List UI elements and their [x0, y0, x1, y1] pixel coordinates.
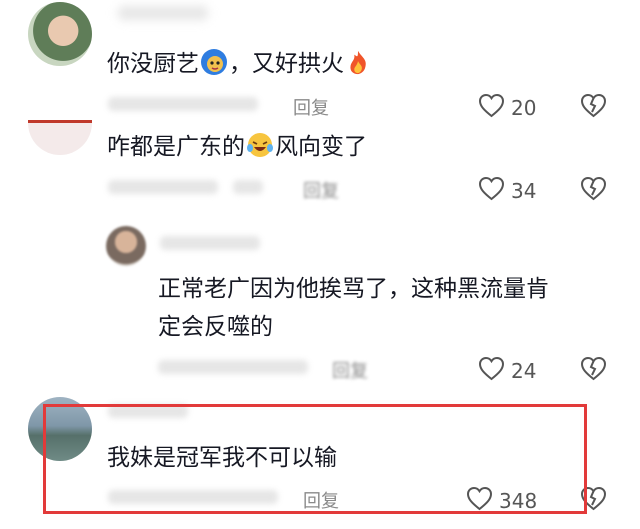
comment-text: 你没厨艺 ，又好拱火 [107, 47, 374, 81]
like-button[interactable]: 34 [478, 176, 536, 205]
comment-text-line: 正常老广因为他挨骂了，这种黑流量肯 [158, 276, 549, 302]
highlight-box [43, 404, 587, 514]
comment-text-part: ，又好拱火 [229, 51, 344, 77]
reply-button[interactable]: 回复 [303, 177, 339, 203]
like-count: 24 [511, 358, 537, 383]
laughing-tears-emoji [246, 131, 274, 159]
broken-heart-icon [580, 93, 607, 122]
avatar[interactable] [28, 2, 92, 66]
username-blurred[interactable] [118, 6, 208, 22]
heart-outline-icon [478, 93, 505, 122]
heart-outline-icon [478, 176, 505, 205]
heart-outline-icon [478, 356, 505, 385]
face-with-hood-emoji [200, 48, 228, 76]
fire-emoji [345, 48, 373, 76]
dislike-button[interactable] [580, 93, 607, 122]
reply-button[interactable]: 回复 [332, 357, 368, 383]
dislike-button[interactable] [580, 176, 607, 205]
like-button[interactable]: 24 [478, 356, 536, 385]
like-count: 20 [511, 95, 537, 120]
dislike-button[interactable] [580, 356, 607, 385]
comment-text-part: 咋都是广东的 [107, 134, 245, 160]
like-count: 34 [511, 178, 537, 203]
avatar[interactable] [28, 120, 92, 155]
broken-heart-icon [580, 176, 607, 205]
avatar[interactable] [106, 226, 146, 266]
comment-text: 咋都是广东的 风向变了 [107, 130, 367, 164]
comment-text-part: 你没厨艺 [107, 51, 199, 77]
comment-text-part: 风向变了 [275, 134, 367, 160]
comment-text-line: 定会反噬的 [158, 314, 273, 340]
reply-button[interactable]: 回复 [293, 94, 329, 120]
broken-heart-icon [580, 356, 607, 385]
like-button[interactable]: 20 [478, 93, 536, 122]
